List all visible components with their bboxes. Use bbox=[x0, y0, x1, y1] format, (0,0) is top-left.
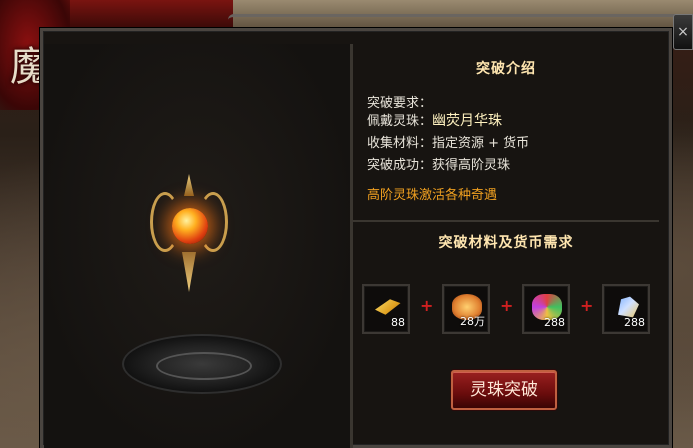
materials-label: 收集材料： bbox=[367, 136, 433, 151]
spirit-orb-icon bbox=[144, 174, 234, 294]
orb-top-spike bbox=[184, 174, 194, 196]
intro-note: 高阶灵珠激活各种奇遇 bbox=[367, 188, 498, 203]
material-count: 288 bbox=[544, 316, 565, 329]
orb-bottom-spike bbox=[182, 252, 196, 292]
panel-ornament bbox=[228, 14, 693, 32]
orb-breakthrough-button[interactable]: 灵珠突破 bbox=[451, 370, 557, 410]
material-count: 28万 bbox=[460, 315, 485, 328]
wear-row: 佩戴灵珠：幽荧月华珠 bbox=[367, 110, 502, 130]
pedestal bbox=[122, 334, 282, 394]
plus-sign: + bbox=[580, 296, 594, 315]
wear-label: 佩戴灵珠： bbox=[367, 114, 433, 129]
success-value: 获得高阶灵珠 bbox=[432, 158, 511, 173]
wear-value: 幽荧月华珠 bbox=[432, 113, 503, 129]
material-slot-gem[interactable]: 288 bbox=[522, 284, 570, 334]
pedestal-ring bbox=[156, 352, 252, 380]
section-divider bbox=[353, 220, 659, 222]
materials-row: 收集材料：指定资源 + 货币 bbox=[367, 132, 529, 151]
intro-section: 突破介绍 突破要求： 佩戴灵珠：幽荧月华珠 收集材料：指定资源 + 货币 突破成… bbox=[353, 44, 659, 220]
materials-value: 指定资源 + 货币 bbox=[432, 136, 530, 151]
material-slot-dragon[interactable]: 288 bbox=[602, 284, 650, 334]
success-row: 突破成功：获得高阶灵珠 bbox=[367, 154, 510, 173]
orb-showcase bbox=[44, 44, 350, 448]
material-count: 88 bbox=[391, 316, 405, 329]
material-slot-gold[interactable]: 88 bbox=[362, 284, 410, 334]
plus-sign: + bbox=[420, 296, 434, 315]
material-count: 288 bbox=[624, 316, 645, 329]
material-slot-coin[interactable]: 28万 bbox=[442, 284, 490, 334]
materials-title: 突破材料及货币需求 bbox=[438, 235, 574, 251]
plus-sign: + bbox=[500, 296, 514, 315]
success-label: 突破成功： bbox=[367, 158, 433, 173]
orb-core bbox=[172, 208, 208, 244]
close-button[interactable]: × bbox=[673, 14, 693, 50]
requirement-row: 突破要求： bbox=[367, 92, 432, 111]
requirement-label: 突破要求： bbox=[367, 96, 433, 111]
intro-title: 突破介绍 bbox=[476, 61, 536, 77]
